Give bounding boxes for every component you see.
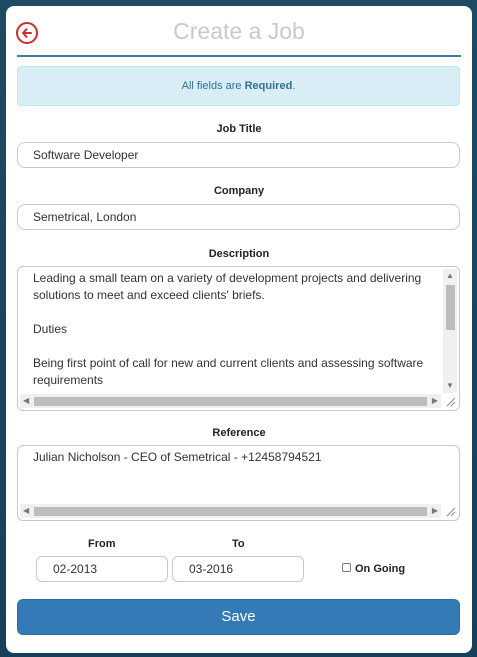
scroll-right-icon[interactable]: ▶ [432, 396, 438, 406]
page-title: Create a Job [173, 18, 305, 44]
scroll-down-icon[interactable]: ▼ [446, 381, 454, 391]
save-button[interactable]: Save [17, 599, 460, 635]
resize-grip-icon[interactable] [443, 394, 457, 408]
ongoing-label[interactable]: On Going [355, 563, 405, 575]
title-divider [17, 55, 461, 57]
resize-grip-icon[interactable] [443, 504, 457, 518]
description-vertical-scrollbar[interactable]: ▲ ▼ [443, 269, 457, 393]
scrollbar-thumb[interactable] [34, 507, 427, 516]
alert-emphasis: Required [244, 80, 293, 92]
required-alert: All fields are Required. [17, 66, 460, 106]
reference-horizontal-scrollbar[interactable]: ◀ ▶ [20, 504, 441, 518]
ongoing-checkbox[interactable] [342, 563, 351, 572]
description-textarea[interactable]: Leading a small team on a variety of dev… [17, 266, 460, 411]
scroll-up-icon[interactable]: ▲ [446, 271, 454, 281]
company-label: Company [213, 185, 265, 197]
job-title-label: Job Title [216, 123, 262, 135]
reference-label: Reference [212, 427, 266, 439]
job-title-input[interactable]: Software Developer [17, 142, 460, 168]
scroll-left-icon[interactable]: ◀ [23, 506, 29, 516]
reference-text: Julian Nicholson - CEO of Semetrical - +… [33, 450, 322, 464]
description-horizontal-scrollbar[interactable]: ◀ ▶ [20, 394, 441, 408]
description-text: Leading a small team on a variety of dev… [33, 271, 424, 387]
create-job-card: Create a Job All fields are Required. Jo… [6, 6, 472, 653]
scroll-right-icon[interactable]: ▶ [432, 506, 438, 516]
from-label: From [88, 538, 116, 550]
from-date-input[interactable]: 02-2013 [36, 556, 168, 582]
description-label: Description [208, 248, 270, 260]
scroll-left-icon[interactable]: ◀ [23, 396, 29, 406]
alert-suffix: . [292, 80, 296, 92]
to-date-input[interactable]: 03-2016 [172, 556, 304, 582]
to-label: To [232, 538, 245, 550]
company-input[interactable]: Semetrical, London [17, 204, 460, 230]
scrollbar-thumb[interactable] [446, 285, 455, 330]
reference-textarea[interactable]: Julian Nicholson - CEO of Semetrical - +… [17, 445, 460, 521]
scrollbar-thumb[interactable] [34, 397, 427, 406]
alert-prefix: All fields are [181, 80, 245, 92]
